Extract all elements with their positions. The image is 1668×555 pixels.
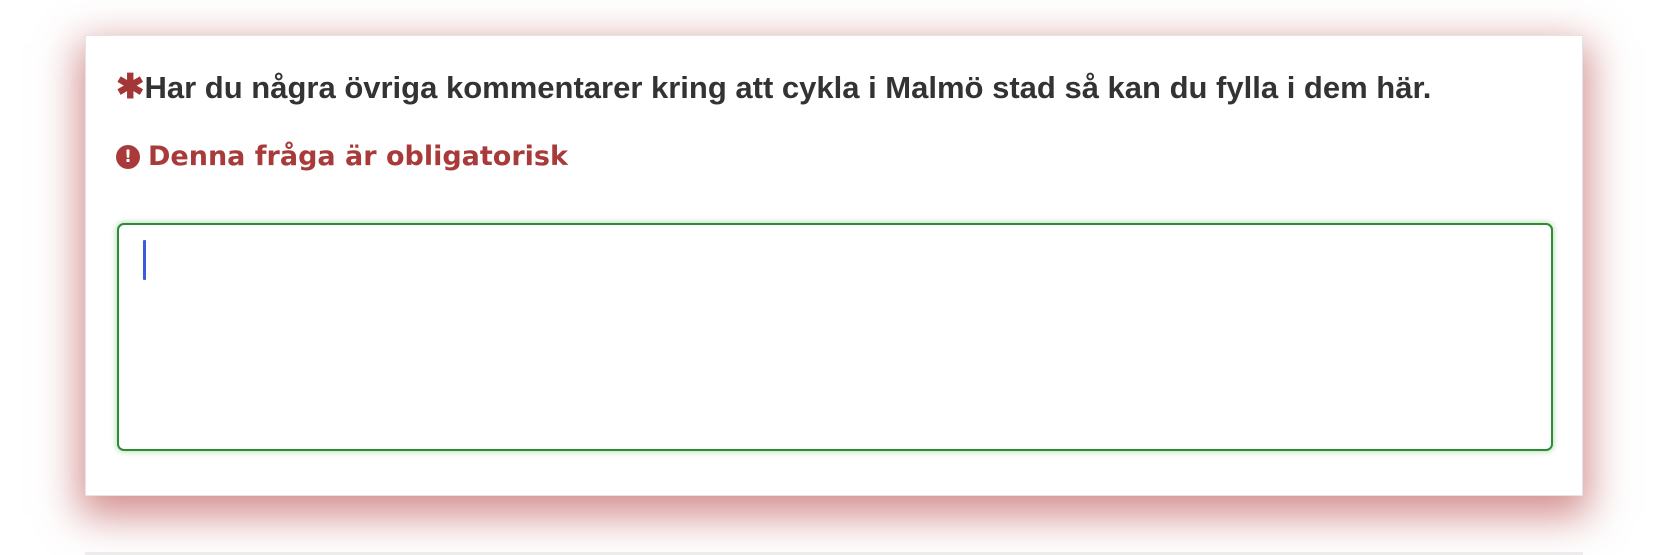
exclamation-circle-icon: ! (116, 145, 140, 169)
question-text: Har du några övriga kommentarer kring at… (144, 70, 1432, 105)
question-card: ✱Har du några övriga kommentarer kring a… (85, 35, 1583, 496)
question-title: ✱Har du några övriga kommentarer kring a… (116, 68, 1431, 107)
validation-error: ! Denna fråga är obligatorisk (116, 140, 568, 174)
text-cursor (143, 240, 146, 280)
validation-error-message: Denna fråga är obligatorisk (148, 141, 568, 172)
required-asterisk-icon: ✱ (116, 68, 145, 106)
comment-textarea[interactable] (117, 223, 1553, 451)
